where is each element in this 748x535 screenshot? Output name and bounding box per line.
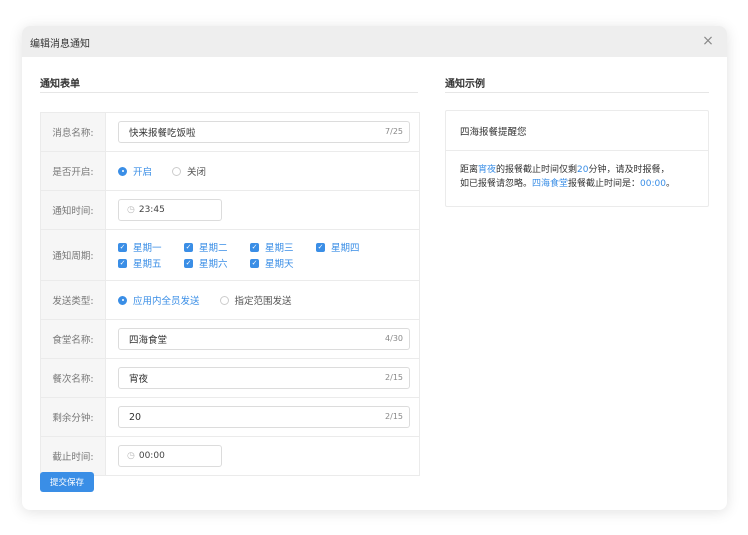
radio-checked-icon xyxy=(118,295,127,305)
deadline-label: 截止时间: xyxy=(41,437,106,475)
form-row-meal: 餐次名称: 宵夜 2/15 xyxy=(41,359,419,398)
checkbox-checked-icon: ✓ xyxy=(118,242,127,252)
radio-checked-icon xyxy=(118,166,127,176)
preview-title: 四海报餐提醒您 xyxy=(446,111,708,151)
minutes-input[interactable]: 20 2/15 xyxy=(118,406,410,428)
form-row-deadline: 截止时间: ◷ 00:00 xyxy=(41,437,419,475)
form-row-canteen: 食堂名称: 四海食堂 4/30 xyxy=(41,320,419,359)
canteen-input[interactable]: 四海食堂 4/30 xyxy=(118,328,410,350)
period-label: 通知周期: xyxy=(41,230,106,280)
day-checkbox-wed[interactable]: ✓ 星期三 xyxy=(250,240,316,254)
enabled-radio-on[interactable]: 开启 xyxy=(118,164,152,178)
enabled-label: 是否开启: xyxy=(41,152,106,190)
send-type-radio-all[interactable]: 应用内全员发送 xyxy=(118,293,200,307)
preview-text: 的报餐截止时间仅剩 xyxy=(496,165,578,175)
form-section-title: 通知表单 xyxy=(40,79,80,90)
form-row-send-type: 发送类型: 应用内全员发送 指定范围发送 xyxy=(41,281,419,320)
name-input[interactable]: 快来报餐吃饭啦 7/25 xyxy=(118,121,410,143)
preview-text: 距离 xyxy=(460,165,479,175)
enabled-radio-off[interactable]: 关闭 xyxy=(172,164,206,178)
preview-minutes-highlight: 20 xyxy=(577,165,589,175)
day-checkbox-fri[interactable]: ✓ 星期五 xyxy=(118,256,184,270)
preview-time-highlight: 00:00 xyxy=(640,179,666,189)
form-section-divider xyxy=(40,92,418,93)
canteen-input-value: 四海食堂 xyxy=(129,335,168,346)
checkbox-checked-icon: ✓ xyxy=(250,258,259,268)
dialog-title: 编辑消息通知 xyxy=(30,39,90,50)
day-checkbox-sat[interactable]: ✓ 星期六 xyxy=(184,256,250,270)
form-row-notify-time: 通知时间: ◷ 23:45 xyxy=(41,191,419,230)
preview-text: 。 xyxy=(665,179,675,189)
checkbox-checked-icon: ✓ xyxy=(184,258,193,268)
preview-text: 报餐截止时间是： xyxy=(568,179,641,189)
minutes-char-count: 2/15 xyxy=(385,412,403,421)
preview-canteen-highlight: 四海食堂 xyxy=(532,179,569,189)
day-checkbox-sun[interactable]: ✓ 星期天 xyxy=(250,256,316,270)
day-label: 星期四 xyxy=(331,243,360,254)
preview-text: 如已报餐请忽略。 xyxy=(460,179,533,189)
period-checkbox-group: ✓ 星期一 ✓ 星期二 ✓ 星期三 ✓ 星期四 ✓ 星期五 ✓ 星期六 ✓ 星期天 xyxy=(118,240,388,270)
name-char-count: 7/25 xyxy=(385,127,403,136)
canteen-char-count: 4/30 xyxy=(385,334,403,343)
notification-preview-card: 四海报餐提醒您 距离宵夜的报餐截止时间仅剩20分钟，请及时报餐， 如已报餐请忽略… xyxy=(445,110,709,207)
send-type-radio-scope[interactable]: 指定范围发送 xyxy=(219,293,292,307)
day-label: 星期二 xyxy=(199,243,228,254)
day-label: 星期五 xyxy=(133,259,162,270)
radio-unchecked-icon xyxy=(172,166,182,176)
notify-time-value: 23:45 xyxy=(138,205,165,215)
preview-line-2: 如已报餐请忽略。四海食堂报餐截止时间是：00:00。 xyxy=(460,177,694,191)
preview-text: 分钟，请及时报餐， xyxy=(588,165,670,175)
meal-input[interactable]: 宵夜 2/15 xyxy=(118,367,410,389)
minutes-label: 剩余分钟: xyxy=(41,398,106,436)
form-row-enabled: 是否开启: 开启 关闭 xyxy=(41,152,419,191)
meal-char-count: 2/15 xyxy=(385,373,403,382)
checkbox-checked-icon: ✓ xyxy=(184,242,193,252)
day-checkbox-mon[interactable]: ✓ 星期一 xyxy=(118,240,184,254)
meal-input-value: 宵夜 xyxy=(129,374,149,385)
checkbox-checked-icon: ✓ xyxy=(250,242,259,252)
send-scope-label: 指定范围发送 xyxy=(234,296,292,307)
day-label: 星期六 xyxy=(199,259,228,270)
enabled-on-label: 开启 xyxy=(133,167,153,178)
clock-icon: ◷ xyxy=(127,205,135,215)
meal-label: 餐次名称: xyxy=(41,359,106,397)
preview-message: 距离宵夜的报餐截止时间仅剩20分钟，请及时报餐， 如已报餐请忽略。四海食堂报餐截… xyxy=(446,151,708,203)
name-input-value: 快来报餐吃饭啦 xyxy=(129,128,196,139)
deadline-time-picker[interactable]: ◷ 00:00 xyxy=(118,445,222,467)
preview-section-divider xyxy=(445,92,709,93)
form-row-name: 消息名称: 快来报餐吃饭啦 7/25 xyxy=(41,113,419,152)
close-icon[interactable]: × xyxy=(699,32,717,50)
enabled-off-label: 关闭 xyxy=(187,167,207,178)
submit-save-button[interactable]: 提交保存 xyxy=(40,472,94,492)
day-checkbox-tue[interactable]: ✓ 星期二 xyxy=(184,240,250,254)
radio-unchecked-icon xyxy=(219,295,229,305)
send-all-label: 应用内全员发送 xyxy=(133,296,200,307)
name-label: 消息名称: xyxy=(41,113,106,151)
dialog-header: 编辑消息通知 × xyxy=(22,26,727,57)
form-row-period: 通知周期: ✓ 星期一 ✓ 星期二 ✓ 星期三 ✓ 星期四 ✓ 星期五 ✓ 星期六 ✓ 星期天 xyxy=(41,230,419,281)
preview-meal-highlight: 宵夜 xyxy=(478,165,497,175)
canteen-label: 食堂名称: xyxy=(41,320,106,358)
deadline-time-value: 00:00 xyxy=(138,451,165,461)
edit-notification-dialog: 编辑消息通知 × 通知表单 通知示例 消息名称: 快来报餐吃饭啦 7/25 是否… xyxy=(22,26,727,510)
minutes-input-value: 20 xyxy=(129,411,142,423)
form-row-minutes: 剩余分钟: 20 2/15 xyxy=(41,398,419,437)
notify-time-label: 通知时间: xyxy=(41,191,106,229)
preview-section-title: 通知示例 xyxy=(445,79,485,90)
send-type-label: 发送类型: xyxy=(41,281,106,319)
day-label: 星期一 xyxy=(133,243,162,254)
checkbox-checked-icon: ✓ xyxy=(118,258,127,268)
preview-line-1: 距离宵夜的报餐截止时间仅剩20分钟，请及时报餐， xyxy=(460,163,694,177)
checkbox-checked-icon: ✓ xyxy=(316,242,325,252)
day-label: 星期天 xyxy=(265,259,294,270)
clock-icon: ◷ xyxy=(127,451,135,461)
notification-form: 消息名称: 快来报餐吃饭啦 7/25 是否开启: 开启 关闭 通知时间: ◷ 2… xyxy=(40,112,420,476)
day-label: 星期三 xyxy=(265,243,294,254)
day-checkbox-thu[interactable]: ✓ 星期四 xyxy=(316,240,382,254)
notify-time-picker[interactable]: ◷ 23:45 xyxy=(118,199,222,221)
